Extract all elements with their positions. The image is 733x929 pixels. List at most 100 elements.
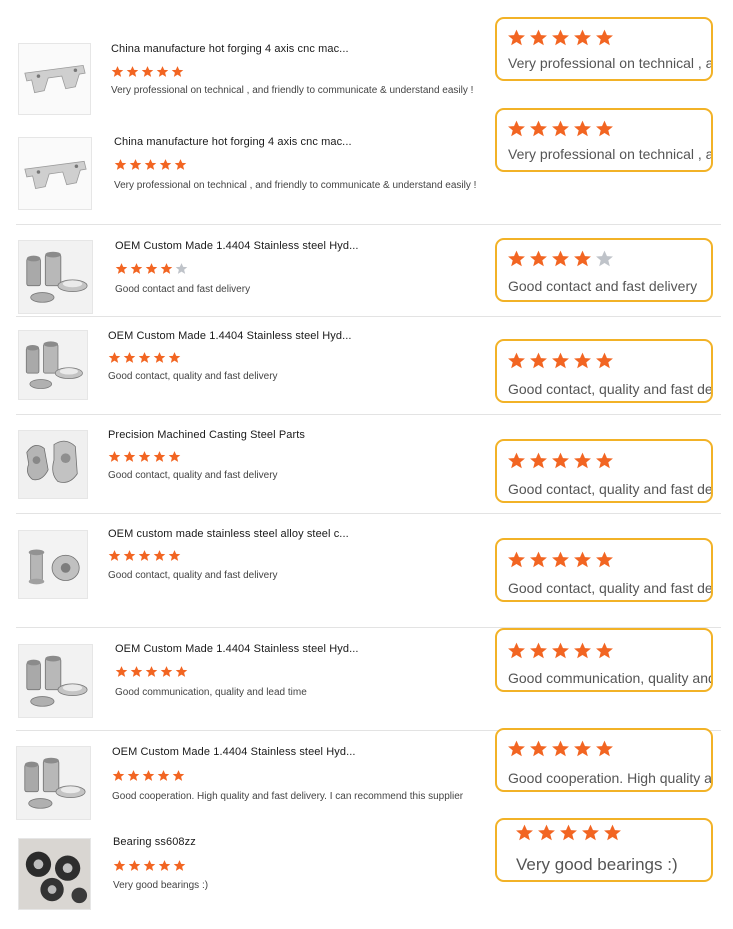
star-filled-icon [138,351,151,364]
star-rating [114,158,189,172]
review-comment: Good communication, quality and lead tim… [115,687,307,698]
product-thumbnail[interactable] [18,644,93,718]
star-filled-icon [529,550,548,569]
star-filled-icon [168,450,181,463]
bubble-star-rating [507,351,617,370]
star-filled-icon [138,450,151,463]
product-title[interactable]: OEM Custom Made 1.4404 Stainless steel H… [115,643,359,655]
row-divider [16,224,721,225]
bubble-comment: Good communication, quality and lead tim… [508,670,711,686]
star-filled-icon [529,641,548,660]
product-title[interactable]: China manufacture hot forging 4 axis cnc… [114,136,352,148]
star-filled-icon [141,65,154,78]
star-filled-icon [507,451,526,470]
star-filled-icon [108,351,121,364]
star-filled-icon [123,450,136,463]
review-bubble: Good contact, quality and fast delivery [495,439,713,503]
product-thumbnail[interactable] [18,838,91,910]
bubble-star-rating [507,641,617,660]
star-filled-icon [559,823,578,842]
star-filled-icon [603,823,622,842]
product-thumbnail[interactable] [18,43,91,115]
bracket-part-image [19,44,90,114]
star-filled-icon [127,769,140,782]
star-filled-icon [573,119,592,138]
product-thumbnail[interactable] [18,137,92,210]
star-filled-icon [123,549,136,562]
steel-fittings-image [19,645,92,717]
star-filled-icon [144,158,157,171]
review-comment: Good cooperation. High quality and fast … [112,791,464,802]
review-bubble: Very professional on technical , and fri… [495,108,713,172]
bubble-star-rating [507,249,617,268]
star-filled-icon [142,769,155,782]
bubble-star-rating [507,550,617,569]
star-filled-icon [551,550,570,569]
product-thumbnail[interactable] [18,430,88,499]
bubble-star-rating [507,739,617,758]
bearings-image [19,839,90,909]
review-comment: Good contact and fast delivery [115,284,251,295]
steel-fittings-image [19,331,87,399]
star-filled-icon [551,351,570,370]
star-filled-icon [529,119,548,138]
star-rating [112,769,187,783]
star-filled-icon [174,158,187,171]
product-title[interactable]: OEM Custom Made 1.4404 Stainless steel H… [108,330,352,342]
star-filled-icon [507,119,526,138]
star-filled-icon [595,451,614,470]
review-bubble: Good contact, quality and fast delivery [495,538,713,602]
star-filled-icon [126,65,139,78]
star-filled-icon [507,739,526,758]
star-filled-icon [515,823,534,842]
star-filled-icon [573,641,592,660]
star-filled-icon [128,859,141,872]
bracket-part-image [19,138,91,209]
review-bubble: Good contact and fast delivery [495,238,713,302]
casting-parts-image [19,431,87,498]
star-filled-icon [573,249,592,268]
bubble-comment: Good cooperation. High quality and fast … [508,770,712,786]
star-filled-icon [123,351,136,364]
star-filled-icon [130,262,143,275]
bubble-star-rating [507,451,617,470]
bubble-comment: Very professional on technical , and fri… [508,55,713,71]
star-filled-icon [157,769,170,782]
review-comment: Very good bearings :) [113,880,209,891]
star-filled-icon [573,550,592,569]
star-filled-icon [158,859,171,872]
bubble-comment: Good contact, quality and fast delivery [508,580,713,596]
star-filled-icon [595,119,614,138]
star-filled-icon [595,550,614,569]
bubble-comment: Very good bearings :) [516,855,678,874]
product-title[interactable]: Precision Machined Casting Steel Parts [108,429,305,441]
star-filled-icon [551,739,570,758]
star-filled-icon [143,859,156,872]
review-bubble: Good cooperation. High quality and fast … [495,728,713,792]
product-thumbnail[interactable] [18,330,88,400]
product-title[interactable]: Bearing ss608zz [113,836,196,848]
bubble-star-rating [507,119,617,138]
product-thumbnail[interactable] [18,530,88,599]
product-thumbnail[interactable] [16,746,91,820]
product-title[interactable]: OEM Custom Made 1.4404 Stainless steel H… [115,240,359,252]
bubble-comment: Good contact, quality and fast delivery [508,381,713,397]
steel-fittings-image [19,241,92,313]
star-filled-icon [112,769,125,782]
star-filled-icon [507,641,526,660]
review-comment: Good contact, quality and fast delivery [108,470,278,481]
product-title[interactable]: OEM custom made stainless steel alloy st… [108,528,349,540]
review-comment: Very professional on technical , and fri… [111,85,474,96]
bubble-comment: Very professional on technical , and fri… [508,146,713,162]
star-filled-icon [573,28,592,47]
star-filled-icon [160,665,173,678]
star-filled-icon [173,859,186,872]
star-filled-icon [153,549,166,562]
star-filled-icon [172,769,185,782]
product-thumbnail[interactable] [18,240,93,314]
product-title[interactable]: China manufacture hot forging 4 axis cnc… [111,43,349,55]
star-filled-icon [108,450,121,463]
star-filled-icon [145,665,158,678]
bubble-comment: Good contact and fast delivery [508,278,698,294]
product-title[interactable]: OEM Custom Made 1.4404 Stainless steel H… [112,746,356,758]
